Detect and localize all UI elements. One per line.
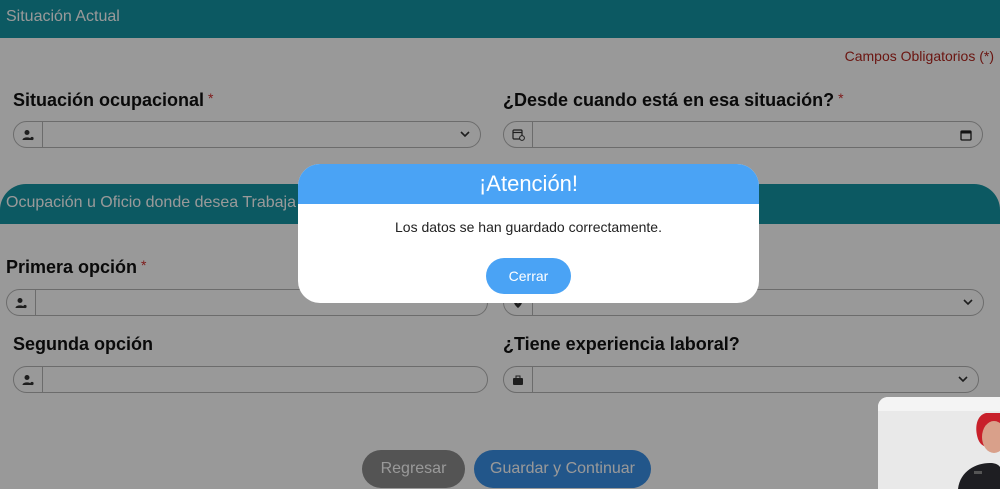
webcam-preview bbox=[878, 397, 1000, 489]
modal-message: Los datos se han guardado correctamente. bbox=[395, 219, 662, 235]
close-button[interactable]: Cerrar bbox=[486, 258, 571, 294]
modal-title: ¡Atención! bbox=[298, 164, 759, 204]
attention-modal: ¡Atención! Los datos se han guardado cor… bbox=[298, 164, 759, 303]
